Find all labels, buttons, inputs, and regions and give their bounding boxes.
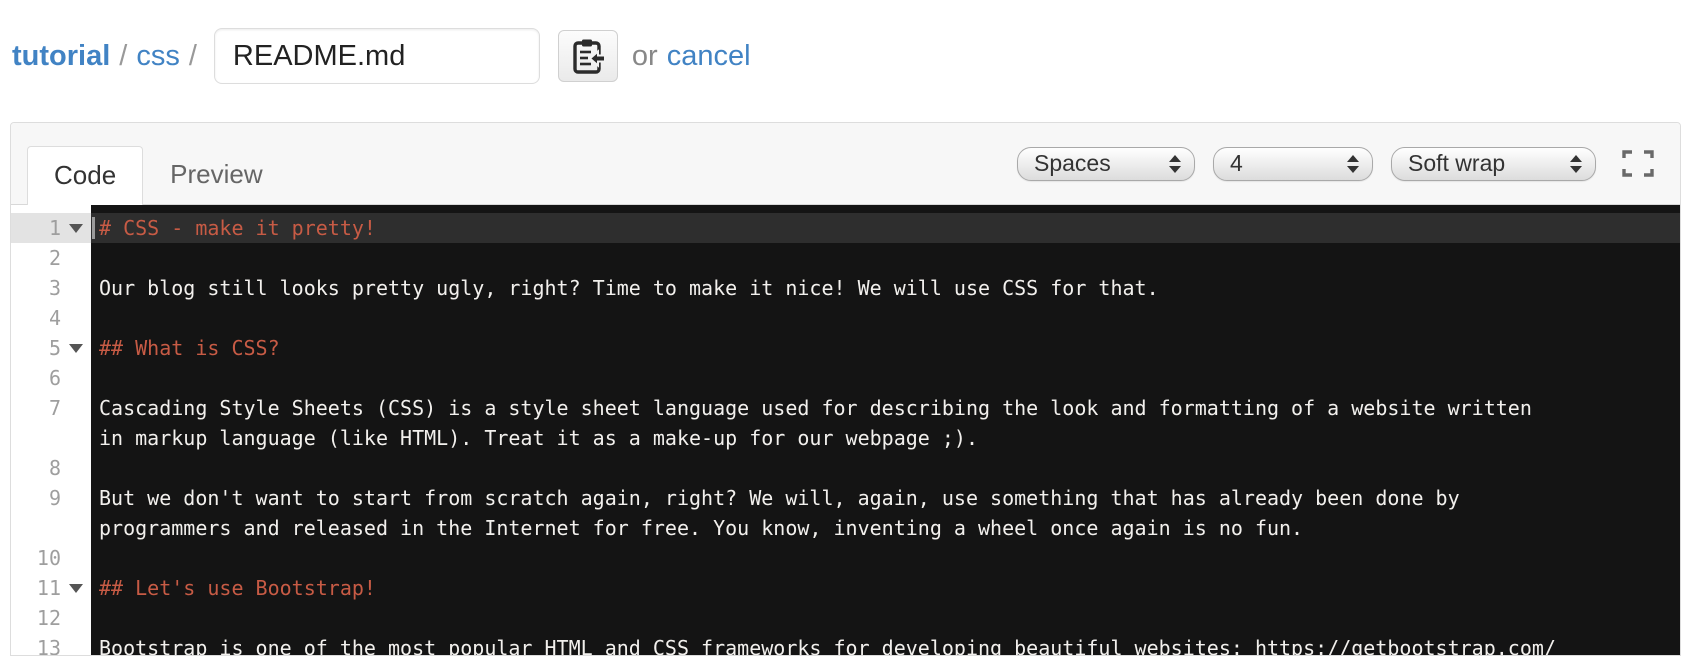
gutter-row[interactable]: 7 — [11, 393, 91, 423]
stepper-arrows-icon — [1169, 155, 1181, 173]
code-line[interactable]: Cascading Style Sheets (CSS) is a style … — [91, 393, 1680, 423]
editor-lines[interactable]: # CSS - make it pretty! Our blog still lo… — [91, 205, 1680, 655]
gutter-row[interactable]: 1 — [11, 213, 91, 243]
line-number: 8 — [11, 456, 61, 480]
line-number: 6 — [11, 366, 61, 390]
code-line[interactable]: ## Let's use Bootstrap! — [91, 573, 1680, 603]
gutter-row[interactable]: 11 — [11, 573, 91, 603]
breadcrumb: tutorial / css / or cancel — [0, 0, 1706, 112]
gutter-row[interactable]: 8 — [11, 453, 91, 483]
fullscreen-button[interactable] — [1622, 150, 1654, 177]
gutter-row[interactable] — [11, 513, 91, 543]
tab-preview[interactable]: Preview — [143, 145, 289, 205]
file-editor-panel: Code Preview Spaces 4 Soft wrap — [10, 122, 1681, 656]
line-number: 13 — [11, 636, 61, 655]
line-number: 5 — [11, 336, 61, 360]
fold-arrow-icon[interactable] — [69, 224, 83, 233]
tab-code[interactable]: Code — [27, 146, 143, 205]
line-number: 10 — [11, 546, 61, 570]
editor-tabs: Code Preview — [27, 123, 290, 204]
code-line[interactable] — [91, 303, 1680, 333]
line-number: 12 — [11, 606, 61, 630]
line-number: 2 — [11, 246, 61, 270]
breadcrumb-dir-link[interactable]: css — [136, 40, 180, 73]
gutter-row[interactable]: 9 — [11, 483, 91, 513]
code-line[interactable]: in markup language (like HTML). Treat it… — [91, 423, 1680, 453]
breadcrumb-separator: / — [189, 40, 197, 73]
stepper-arrows-icon — [1347, 155, 1359, 173]
line-number: 1 — [11, 216, 61, 240]
line-number: 4 — [11, 306, 61, 330]
wrap-mode-select[interactable]: Soft wrap — [1391, 147, 1596, 181]
code-line[interactable]: Our blog still looks pretty ugly, right?… — [91, 273, 1680, 303]
code-line[interactable] — [91, 363, 1680, 393]
fold-arrow-icon[interactable] — [69, 584, 83, 593]
clipboard-arrow-icon — [571, 37, 605, 75]
code-line[interactable]: ## What is CSS? — [91, 333, 1680, 363]
breadcrumb-separator: / — [119, 40, 127, 73]
editor-controls: Spaces 4 Soft wrap — [999, 123, 1680, 204]
code-line[interactable] — [91, 453, 1680, 483]
wrap-mode-value: Soft wrap — [1408, 150, 1505, 177]
line-number: 7 — [11, 396, 61, 420]
code-line[interactable]: programmers and released in the Internet… — [91, 513, 1680, 543]
indent-size-value: 4 — [1230, 150, 1243, 177]
code-line[interactable]: But we don't want to start from scratch … — [91, 483, 1680, 513]
code-line[interactable] — [91, 543, 1680, 573]
code-line[interactable]: Bootstrap is one of the most popular HTM… — [91, 633, 1680, 655]
gutter-row[interactable] — [11, 423, 91, 453]
indent-mode-select[interactable]: Spaces — [1017, 147, 1195, 181]
code-line[interactable] — [91, 243, 1680, 273]
filename-input[interactable] — [214, 28, 540, 84]
gutter-row[interactable]: 6 — [11, 363, 91, 393]
screen-full-icon — [1622, 150, 1654, 177]
gutter-row[interactable]: 5 — [11, 333, 91, 363]
breadcrumb-repo-link[interactable]: tutorial — [12, 40, 110, 73]
code-editor[interactable]: 12345678910111213 # CSS - make it pretty… — [11, 205, 1680, 655]
line-number: 11 — [11, 576, 61, 600]
line-number: 9 — [11, 486, 61, 510]
gutter-row[interactable]: 12 — [11, 603, 91, 633]
or-text: or — [632, 40, 658, 73]
gutter-row[interactable]: 4 — [11, 303, 91, 333]
code-line[interactable] — [91, 603, 1680, 633]
paste-filename-button[interactable] — [558, 30, 618, 82]
editor-gutter: 12345678910111213 — [11, 205, 91, 655]
gutter-row[interactable]: 3 — [11, 273, 91, 303]
gutter-row[interactable]: 10 — [11, 543, 91, 573]
stepper-arrows-icon — [1570, 155, 1582, 173]
code-line[interactable]: # CSS - make it pretty! — [91, 213, 1680, 243]
gutter-row[interactable]: 13 — [11, 633, 91, 655]
fold-arrow-icon[interactable] — [69, 344, 83, 353]
editor-header: Code Preview Spaces 4 Soft wrap — [11, 123, 1680, 205]
cancel-link[interactable]: cancel — [667, 40, 751, 73]
indent-mode-value: Spaces — [1034, 150, 1111, 177]
gutter-row[interactable]: 2 — [11, 243, 91, 273]
line-number: 3 — [11, 276, 61, 300]
text-cursor — [92, 217, 95, 239]
indent-size-select[interactable]: 4 — [1213, 147, 1373, 181]
